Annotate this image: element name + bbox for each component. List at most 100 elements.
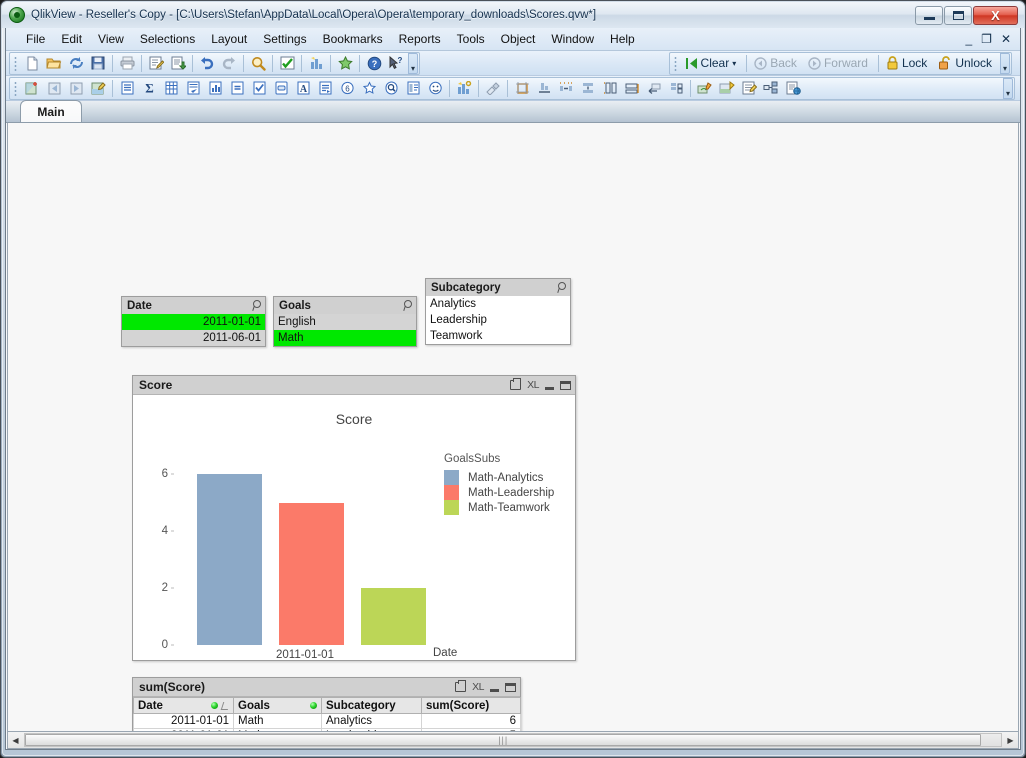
scroll-left-arrow-icon[interactable]: ◀ xyxy=(8,733,23,748)
goals-listbox-caption[interactable]: Goals xyxy=(274,297,416,314)
listbox-row-date-0[interactable]: 2011-01-01 xyxy=(122,314,265,330)
align-bottom-icon[interactable] xyxy=(533,78,555,99)
new-listbox-icon[interactable] xyxy=(116,78,138,99)
listbox-row-goals-1[interactable]: Math xyxy=(274,330,416,346)
align-grid-icon[interactable] xyxy=(511,78,533,99)
forward-button[interactable]: Forward xyxy=(804,53,875,74)
space-horizontally-icon[interactable] xyxy=(555,78,577,99)
export-to-excel-icon[interactable]: XL xyxy=(472,681,484,693)
current-selections-icon[interactable] xyxy=(276,53,298,74)
same-height-icon[interactable] xyxy=(599,78,621,99)
menu-item-file[interactable]: File xyxy=(18,30,53,48)
unlock-button[interactable]: Unlock xyxy=(934,53,999,74)
legend-item-math-leadership[interactable]: Math-Leadership xyxy=(444,485,554,500)
cell-goals[interactable]: Math xyxy=(233,728,322,731)
menu-item-help[interactable]: Help xyxy=(602,30,643,48)
column-header-date[interactable]: Date xyxy=(133,697,234,714)
sheet-properties-icon[interactable] xyxy=(87,78,109,99)
export-icon[interactable] xyxy=(167,53,189,74)
score-chart-window[interactable]: Score XL Score 6 4 2 0 2011-01-01 Date G… xyxy=(132,375,576,661)
menu-item-bookmarks[interactable]: Bookmarks xyxy=(315,30,391,48)
print-icon[interactable] xyxy=(510,378,522,390)
scrollbar-thumb[interactable]: ||| xyxy=(25,734,982,746)
stack-icon[interactable] xyxy=(665,78,687,99)
new-statistics-box-icon[interactable]: Σ xyxy=(138,78,160,99)
new-button-icon[interactable] xyxy=(270,78,292,99)
maximize-icon[interactable] xyxy=(560,380,571,390)
toolbar-overflow-button[interactable]: ▾ xyxy=(1000,52,1010,74)
new-text-object-icon[interactable]: A xyxy=(292,78,314,99)
bar-math-leadership[interactable] xyxy=(279,502,345,645)
listbox-row-goals-0[interactable]: English xyxy=(274,314,416,330)
search-icon[interactable] xyxy=(251,300,262,311)
publish-icon[interactable] xyxy=(782,78,804,99)
cell-subcategory[interactable]: Analytics xyxy=(321,713,422,729)
add-bookmark-icon[interactable] xyxy=(334,53,356,74)
cell-date[interactable]: 2011-01-01 xyxy=(133,728,234,731)
listbox-row-subcategory-0[interactable]: Analytics xyxy=(426,296,570,312)
bar-math-analytics[interactable] xyxy=(197,474,263,645)
cell-date[interactable]: 2011-01-01 xyxy=(133,713,234,729)
bar-math-teamwork[interactable] xyxy=(361,588,427,645)
sum-score-table-window[interactable]: sum(Score) XL Date Goals Subcategory sum… xyxy=(132,677,521,731)
cell-sum-score[interactable]: 6 xyxy=(421,713,521,729)
context-help-icon[interactable]: ? xyxy=(385,53,407,74)
search-icon[interactable] xyxy=(247,53,269,74)
listbox-row-subcategory-2[interactable]: Teamwork xyxy=(426,328,570,344)
toolbar-grip[interactable] xyxy=(12,54,19,72)
new-search-object-icon[interactable] xyxy=(380,78,402,99)
date-listbox-caption[interactable]: Date xyxy=(122,297,265,314)
mdi-minimize-button[interactable]: _ xyxy=(965,33,972,45)
edit-script-icon[interactable] xyxy=(145,53,167,74)
layout-theme-icon[interactable] xyxy=(694,78,716,99)
clear-dropdown-arrow-icon[interactable]: ▾ xyxy=(732,59,736,68)
menu-item-reports[interactable]: Reports xyxy=(391,30,449,48)
mdi-close-button[interactable]: ✕ xyxy=(1001,33,1011,45)
minimize-button[interactable] xyxy=(915,5,943,25)
new-sheet-icon[interactable] xyxy=(21,78,43,99)
column-header-goals[interactable]: Goals xyxy=(233,697,322,714)
chart-wizard-icon[interactable] xyxy=(305,53,327,74)
open-icon[interactable] xyxy=(43,53,65,74)
search-icon[interactable] xyxy=(402,300,413,311)
menu-item-tools[interactable]: Tools xyxy=(449,30,493,48)
new-chart-icon[interactable] xyxy=(204,78,226,99)
edit-module-icon[interactable] xyxy=(738,78,760,99)
minimize-icon[interactable] xyxy=(545,386,554,390)
new-container-icon[interactable] xyxy=(402,78,424,99)
linked-objects-icon[interactable] xyxy=(760,78,782,99)
menu-item-edit[interactable]: Edit xyxy=(53,30,90,48)
maximize-button[interactable] xyxy=(944,5,972,25)
subcategory-listbox[interactable]: Subcategory Analytics Leadership Teamwor… xyxy=(425,278,571,345)
toolbar-overflow-button[interactable]: ▾ xyxy=(1003,77,1013,99)
cell-goals[interactable]: Math xyxy=(233,713,322,729)
close-button[interactable]: X xyxy=(973,5,1018,25)
export-to-excel-icon[interactable]: XL xyxy=(527,379,539,391)
new-custom-object-icon[interactable] xyxy=(424,78,446,99)
help-icon[interactable]: ? xyxy=(363,53,385,74)
new-table-box-icon[interactable] xyxy=(160,78,182,99)
promote-sheet-icon[interactable] xyxy=(43,78,65,99)
adjust-left-icon[interactable] xyxy=(643,78,665,99)
qlikview-logo-icon[interactable] xyxy=(9,7,25,23)
new-slider-calendar-icon[interactable]: 6 xyxy=(336,78,358,99)
cell-subcategory[interactable]: Leadership xyxy=(321,728,422,731)
menu-item-window[interactable]: Window xyxy=(543,30,602,48)
print-icon[interactable] xyxy=(116,53,138,74)
lock-button[interactable]: Lock xyxy=(882,53,934,74)
same-width-icon[interactable] xyxy=(621,78,643,99)
table-row[interactable]: 2011-01-01 Math Leadership 5 xyxy=(133,728,521,731)
save-icon[interactable] xyxy=(87,53,109,74)
chart-plot-area[interactable]: Score 6 4 2 0 2011-01-01 Date GoalsSubs … xyxy=(133,395,575,661)
table-row[interactable]: 2011-01-01 Math Analytics 6 xyxy=(133,713,521,729)
undo-icon[interactable] xyxy=(196,53,218,74)
maximize-icon[interactable] xyxy=(505,682,516,692)
scrollbar-track[interactable]: ||| xyxy=(24,733,1002,747)
format-painter-icon[interactable] xyxy=(482,78,504,99)
space-vertically-icon[interactable] xyxy=(577,78,599,99)
sort-ascending-icon[interactable] xyxy=(220,701,231,710)
title-bar[interactable]: QlikView - Reseller's Copy - [C:\Users\S… xyxy=(2,2,1024,28)
goals-listbox[interactable]: Goals English Math xyxy=(273,296,417,347)
new-current-selections-box-icon[interactable] xyxy=(248,78,270,99)
listbox-row-subcategory-1[interactable]: Leadership xyxy=(426,312,570,328)
